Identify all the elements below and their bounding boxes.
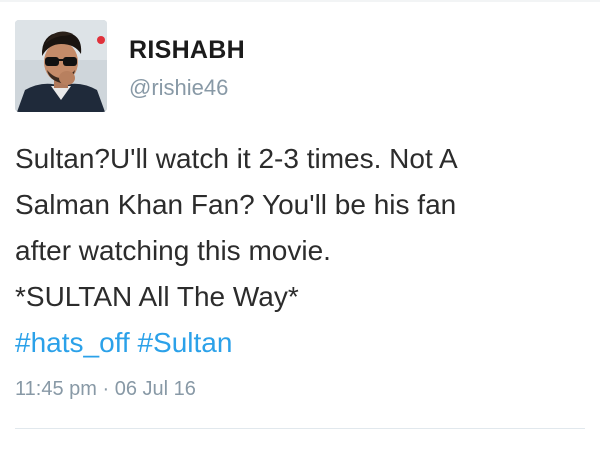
tweet-card: RISHABH @rishie46 Sultan?U'll watch it 2… [0, 0, 600, 450]
user-avatar[interactable] [15, 20, 107, 112]
tweet-text-line: Sultan?U'll watch it 2-3 times. Not A [15, 143, 458, 174]
tweet-text: Sultan?U'll watch it 2-3 times. Not A Sa… [15, 136, 585, 366]
author-handle[interactable]: @rishie46 [129, 75, 228, 101]
tweet-header: RISHABH @rishie46 [15, 20, 575, 112]
bottom-divider [15, 428, 585, 429]
meta-separator: · [102, 378, 110, 400]
tweet-timestamp[interactable]: 11:45 pm · 06 Jul 16 [15, 378, 196, 401]
top-divider [0, 0, 600, 2]
avatar-portrait-icon [15, 20, 107, 112]
hashtag-link-sultan[interactable]: #Sultan [137, 327, 232, 358]
tweet-date: 06 Jul 16 [114, 378, 196, 400]
tweet-text-line: Salman Khan Fan? You'll be his fan [15, 189, 457, 220]
hashtag-row: #hats_off #Sultan [15, 320, 585, 366]
tweet-time: 11:45 pm [15, 378, 97, 400]
author-display-name[interactable]: RISHABH [129, 36, 245, 65]
tweet-text-line: *SULTAN All The Way* [15, 281, 299, 312]
tweet-text-line: after watching this movie. [15, 235, 331, 266]
hashtag-link-hats-off[interactable]: #hats_off [15, 327, 130, 358]
